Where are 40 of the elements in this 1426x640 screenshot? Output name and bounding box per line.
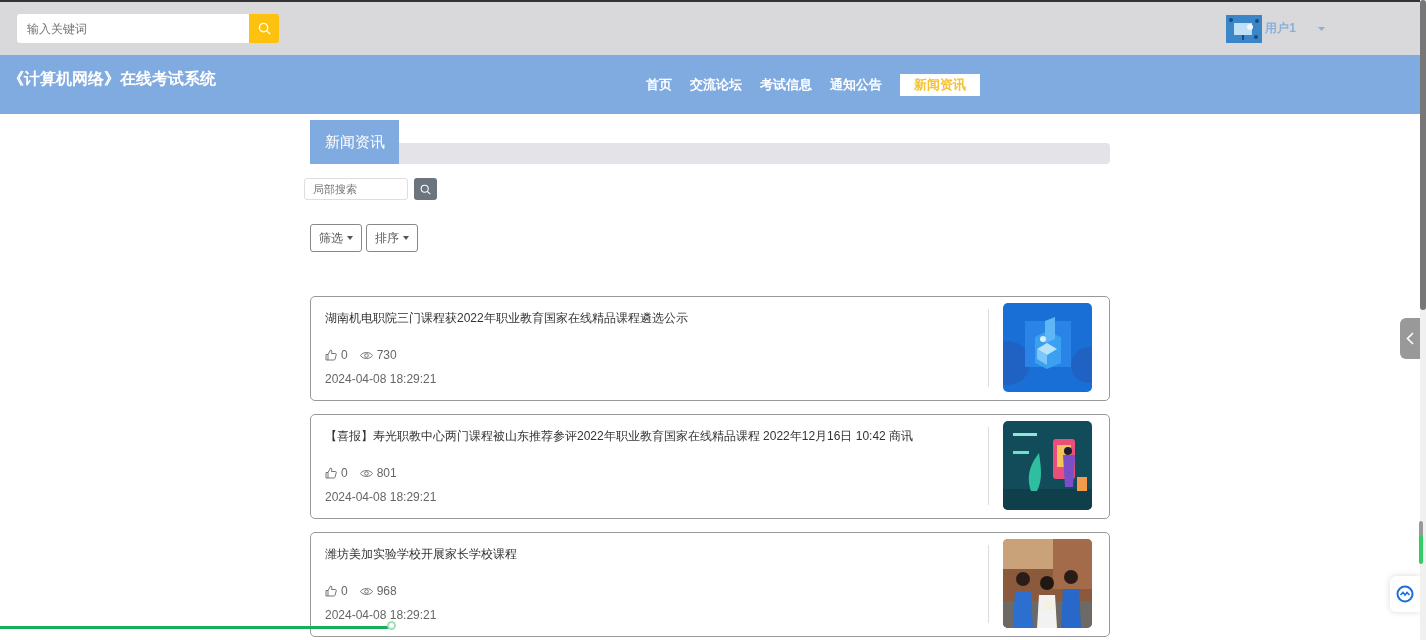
view-count: 730 <box>359 348 397 362</box>
news-title[interactable]: 湖南机电职院三门课程获2022年职业教育国家在线精品课程遴选公示 <box>325 310 988 326</box>
search-field[interactable]: 局部搜索 <box>304 178 408 200</box>
like-count: 0 <box>325 348 348 362</box>
eye-icon <box>359 586 373 596</box>
site-title: 《计算机网络》在线考试系统 <box>7 69 216 89</box>
view-count: 968 <box>359 584 397 598</box>
thumbs-up-icon <box>325 467 337 479</box>
thumbs-up-icon <box>325 585 337 597</box>
news-date: 2024-04-08 18:29:21 <box>325 608 438 622</box>
view-count: 801 <box>359 466 397 480</box>
eye-icon <box>359 350 373 360</box>
scroll-indicator <box>1419 521 1423 564</box>
news-card[interactable]: 潍坊美加实验学校开展家长学校课程 0 968 2024-04-08 18:29:21 <box>310 532 1110 637</box>
dropdown-button[interactable]: 筛选 <box>310 224 362 252</box>
thumbs-up-icon <box>325 349 337 361</box>
chevron-left-icon <box>1406 332 1414 345</box>
search-field[interactable]: 输入关键词 <box>17 14 249 43</box>
news-title[interactable]: 潍坊美加实验学校开展家长学校课程 <box>325 546 988 562</box>
eye-icon <box>359 468 373 478</box>
news-card[interactable]: 湖南机电职院三门课程获2022年职业教育国家在线精品课程遴选公示 0 730 2024-04-08 18:29:21 <box>310 296 1110 401</box>
search-icon <box>420 183 431 195</box>
caret-icon <box>403 236 409 240</box>
assistant-button[interactable] <box>1390 576 1420 612</box>
scrollbar[interactable] <box>1420 0 1426 640</box>
caret-icon <box>347 236 353 240</box>
news-title[interactable]: 【喜报】寿光职教中心两门课程被山东推荐参评2022年职业教育国家在线精品课程 2022年12月16日 10:42 商讯 <box>325 428 988 444</box>
avatar[interactable] <box>1226 14 1263 43</box>
progress-handle[interactable] <box>387 621 397 630</box>
like-count: 0 <box>325 584 348 598</box>
assistant-icon <box>1396 585 1414 603</box>
news-card[interactable]: 【喜报】寿光职教中心两门课程被山东推荐参评2022年职业教育国家在线精品课程 2022年12月16日 10:42 商讯 0 801 2024-04-08 18:29:21 <box>310 414 1110 519</box>
news-date: 2024-04-08 18:29:21 <box>325 372 438 386</box>
like-count: 0 <box>325 466 348 480</box>
section-title: 新闻资讯 <box>310 120 399 164</box>
news-date: 2024-04-08 18:29:21 <box>325 490 438 504</box>
dropdown-button[interactable]: 排序 <box>366 224 418 252</box>
collapse-tab[interactable] <box>1400 318 1420 359</box>
search-button[interactable] <box>414 178 437 200</box>
search-icon <box>257 22 271 35</box>
